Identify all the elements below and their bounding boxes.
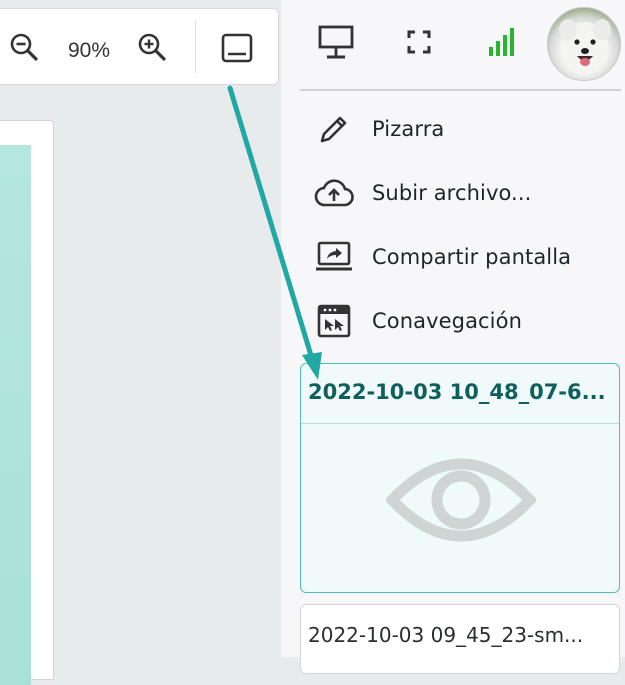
bottom-panel-icon[interactable] [220, 31, 254, 65]
toolbar-divider [195, 21, 196, 73]
panel-header [281, 0, 625, 90]
menu-item-screen-share[interactable]: Compartir pantalla [300, 225, 620, 289]
signal-strength-icon [488, 27, 516, 61]
file-card-divider [301, 423, 619, 424]
pencil-icon [314, 109, 354, 149]
viewer-toolbar: 90% [0, 8, 279, 85]
menu-item-label: Subir archivo... [372, 181, 532, 205]
fullscreen-icon[interactable] [407, 30, 431, 58]
menu-item-whiteboard[interactable]: Pizarra [300, 97, 620, 161]
cobrowse-icon [314, 301, 354, 341]
menu-item-upload[interactable]: Subir archivo... [300, 161, 620, 225]
zoom-in-icon[interactable] [136, 31, 170, 65]
cloud-upload-icon [314, 173, 354, 213]
file-name: 2022-10-03 10_48_07-6... [308, 380, 606, 404]
menu-item-label: Compartir pantalla [372, 245, 572, 269]
file-card[interactable]: 2022-10-03 09_45_23-sm... [300, 604, 620, 674]
document-page [0, 120, 54, 685]
user-avatar[interactable] [547, 7, 621, 81]
file-name: 2022-10-03 09_45_23-sm... [308, 623, 584, 647]
screen-share-icon [314, 237, 354, 277]
menu-item-label: Pizarra [372, 117, 445, 141]
presentation-icon[interactable] [318, 24, 354, 66]
document-viewer: 90% [0, 0, 281, 685]
zoom-level: 90% [67, 39, 111, 62]
side-panel: Pizarra Subir archivo... Compartir panta… [281, 0, 625, 674]
zoom-out-icon[interactable] [8, 31, 42, 65]
file-card-active[interactable]: 2022-10-03 10_48_07-6... [300, 363, 620, 593]
panel-divider [300, 89, 621, 91]
menu-item-cobrowse[interactable]: Conavegación [300, 289, 620, 353]
eye-icon[interactable] [384, 450, 538, 554]
action-menu: Pizarra Subir archivo... Compartir panta… [300, 97, 620, 353]
page-content [0, 145, 31, 685]
menu-item-label: Conavegación [372, 309, 522, 333]
